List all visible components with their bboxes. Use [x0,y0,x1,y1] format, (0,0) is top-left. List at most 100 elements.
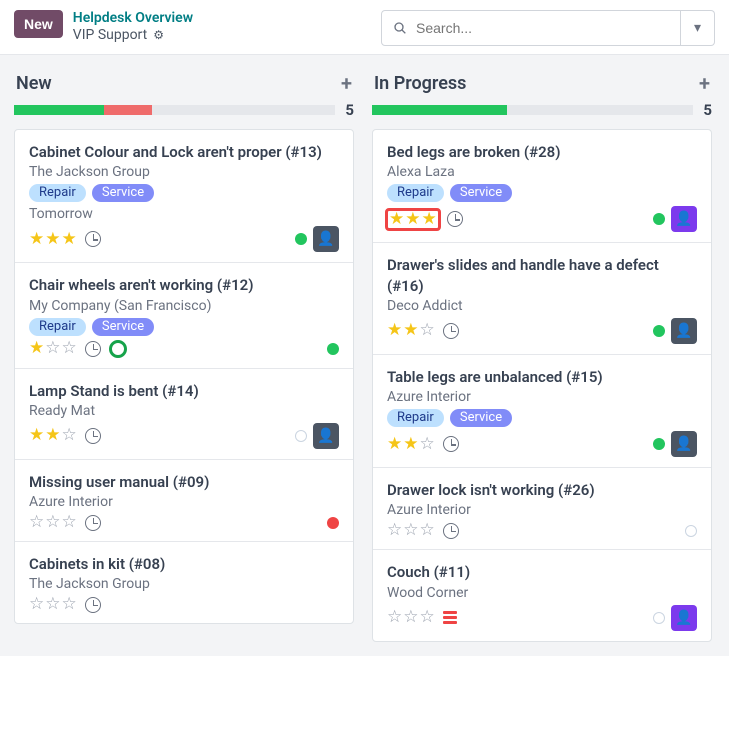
priority-stars[interactable]: ☆☆☆ [29,596,77,613]
star-icon[interactable]: ☆ [387,609,402,626]
star-icon[interactable]: ☆ [420,609,435,626]
priority-stars[interactable]: ★★☆ [387,322,435,339]
priority-stars[interactable]: ★★☆ [387,436,435,453]
kanban-card[interactable]: Bed legs are broken (#28)Alexa LazaRepai… [373,130,711,243]
breadcrumb-sub: VIP Support [73,27,147,43]
breadcrumb-title[interactable]: Helpdesk Overview [73,10,193,27]
tag[interactable]: Service [92,184,154,202]
card-right: 👤 [653,605,697,631]
assignee-avatar[interactable]: 👤 [671,605,697,631]
star-icon[interactable]: ☆ [45,596,60,613]
state-dot[interactable] [653,438,665,450]
state-dot[interactable] [653,325,665,337]
activity-icon[interactable] [85,515,101,531]
star-icon[interactable]: ☆ [62,514,77,531]
search-box[interactable] [381,10,681,46]
star-icon[interactable]: ★ [403,322,418,339]
kanban-card[interactable]: Lamp Stand is bent (#14)Ready Mat★★☆👤 [15,369,353,460]
tag[interactable]: Repair [387,184,444,202]
add-card-icon[interactable]: + [699,71,710,95]
star-icon[interactable]: ★ [422,211,437,228]
new-button[interactable]: New [14,10,63,38]
tag[interactable]: Repair [29,184,86,202]
star-icon[interactable]: ☆ [29,514,44,531]
activity-icon[interactable] [447,211,463,227]
star-icon[interactable]: ★ [62,231,77,248]
star-icon[interactable]: ☆ [420,522,435,539]
star-icon[interactable]: ★ [389,211,404,228]
kanban-card[interactable]: Couch (#11)Wood Corner☆☆☆👤 [373,550,711,640]
star-icon[interactable]: ★ [387,322,402,339]
card-tags: Repair Service [29,318,339,336]
star-icon[interactable]: ☆ [45,340,60,357]
star-icon[interactable]: ★ [387,436,402,453]
priority-stars[interactable]: ★★☆ [29,427,77,444]
state-dot[interactable] [685,525,697,537]
priority-stars[interactable]: ★★★ [29,231,77,248]
priority-stars[interactable]: ☆☆☆ [387,522,435,539]
tag[interactable]: Service [92,318,154,336]
star-icon[interactable]: ★ [403,436,418,453]
tag[interactable]: Service [450,184,512,202]
state-dot[interactable] [327,517,339,529]
assignee-avatar[interactable]: 👤 [313,423,339,449]
star-icon[interactable]: ★ [45,231,60,248]
search-input[interactable] [414,19,670,37]
star-icon[interactable]: ☆ [45,514,60,531]
kanban-card[interactable]: Drawer lock isn't working (#26)Azure Int… [373,468,711,550]
kanban-card[interactable]: Missing user manual (#09)Azure Interior☆… [15,460,353,542]
kanban-card[interactable]: Cabinets in kit (#08)The Jackson Group☆☆… [15,542,353,623]
progress-bar [14,105,335,115]
add-card-icon[interactable]: + [341,71,352,95]
star-icon[interactable]: ★ [45,427,60,444]
star-icon[interactable]: ★ [29,427,44,444]
activity-icon[interactable] [85,597,101,613]
card-title: Chair wheels aren't working (#12) [29,275,339,295]
star-icon[interactable]: ☆ [62,427,77,444]
activity-icon[interactable] [85,231,101,247]
card-right [685,525,697,537]
star-icon[interactable]: ☆ [403,522,418,539]
tag[interactable]: Service [450,409,512,427]
priority-stars[interactable]: ☆☆☆ [29,514,77,531]
activity-icon[interactable] [443,523,459,539]
activity-icon[interactable] [443,436,459,452]
assignee-avatar[interactable]: 👤 [313,226,339,252]
star-icon[interactable]: ☆ [420,436,435,453]
assignee-avatar[interactable]: 👤 [671,318,697,344]
star-icon[interactable]: ☆ [420,322,435,339]
priority-stars[interactable]: ★★★ [387,210,439,229]
kanban-card[interactable]: Chair wheels aren't working (#12)My Comp… [15,263,353,368]
tag[interactable]: Repair [387,409,444,427]
search-dropdown[interactable]: ▾ [681,10,715,46]
activity-icon[interactable] [85,341,101,357]
star-icon[interactable]: ★ [29,231,44,248]
card-title: Lamp Stand is bent (#14) [29,381,339,401]
state-dot[interactable] [327,343,339,355]
gear-icon[interactable]: ⚙ [153,28,164,42]
star-icon[interactable]: ★ [29,340,44,357]
kanban-card[interactable]: Drawer's slides and handle have a defect… [373,243,711,355]
star-icon[interactable]: ☆ [62,596,77,613]
state-dot[interactable] [653,612,665,624]
breadcrumb: Helpdesk Overview VIP Support ⚙ [73,10,193,43]
star-icon[interactable]: ☆ [387,522,402,539]
assignee-avatar[interactable]: 👤 [671,206,697,232]
star-icon[interactable]: ★ [405,211,420,228]
star-icon[interactable]: ☆ [29,596,44,613]
activity-icon[interactable] [85,428,101,444]
star-icon[interactable]: ☆ [403,609,418,626]
state-dot[interactable] [295,430,307,442]
card-footer: ★★★👤 [387,206,697,232]
priority-stars[interactable]: ★☆☆ [29,340,77,357]
priority-stars[interactable]: ☆☆☆ [387,609,435,626]
activity-icon[interactable] [443,323,459,339]
kanban-card[interactable]: Cabinet Colour and Lock aren't proper (#… [15,130,353,263]
star-icon[interactable]: ☆ [62,340,77,357]
card-tags: Repair Service [29,184,339,202]
assignee-avatar[interactable]: 👤 [671,431,697,457]
tag[interactable]: Repair [29,318,86,336]
kanban-card[interactable]: Table legs are unbalanced (#15)Azure Int… [373,355,711,468]
state-dot[interactable] [653,213,665,225]
state-dot[interactable] [295,233,307,245]
